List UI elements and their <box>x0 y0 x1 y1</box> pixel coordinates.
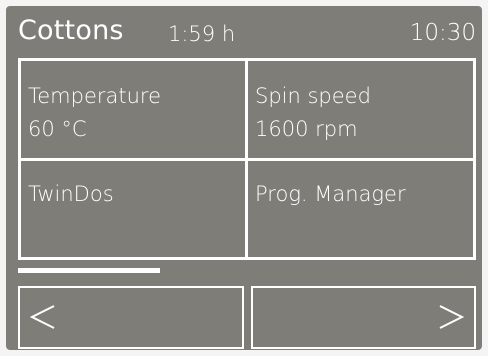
next-button[interactable] <box>251 286 476 349</box>
spin-speed-value: 1600 rpm <box>255 117 358 141</box>
header-bar: Cottons 1:59 h 10:30 <box>6 6 482 56</box>
page-progress-bar <box>18 268 476 273</box>
clock-time: 10:30 <box>409 20 476 46</box>
previous-button[interactable] <box>18 286 244 349</box>
twindos-tile[interactable]: TwinDos <box>21 161 245 257</box>
temperature-value: 60 °C <box>28 117 87 141</box>
spin-speed-tile[interactable]: Spin speed 1600 rpm <box>248 61 473 158</box>
twindos-label: TwinDos <box>28 182 114 206</box>
program-duration: 1:59 h <box>168 22 236 46</box>
prog-manager-label: Prog. Manager <box>255 182 406 206</box>
chevron-left-icon <box>29 305 55 329</box>
display-screen: Cottons 1:59 h 10:30 Temperature 60 °C S… <box>6 6 482 350</box>
settings-grid: Temperature 60 °C Spin speed 1600 rpm Tw… <box>18 58 476 260</box>
temperature-label: Temperature <box>28 84 162 108</box>
grid-divider-horizontal <box>21 158 473 161</box>
program-name: Cottons <box>18 15 124 46</box>
prog-manager-tile[interactable]: Prog. Manager <box>248 161 473 257</box>
page-progress-fill <box>18 268 160 273</box>
chevron-right-icon <box>439 305 465 329</box>
temperature-tile[interactable]: Temperature 60 °C <box>21 61 245 158</box>
spin-speed-label: Spin speed <box>255 84 371 108</box>
